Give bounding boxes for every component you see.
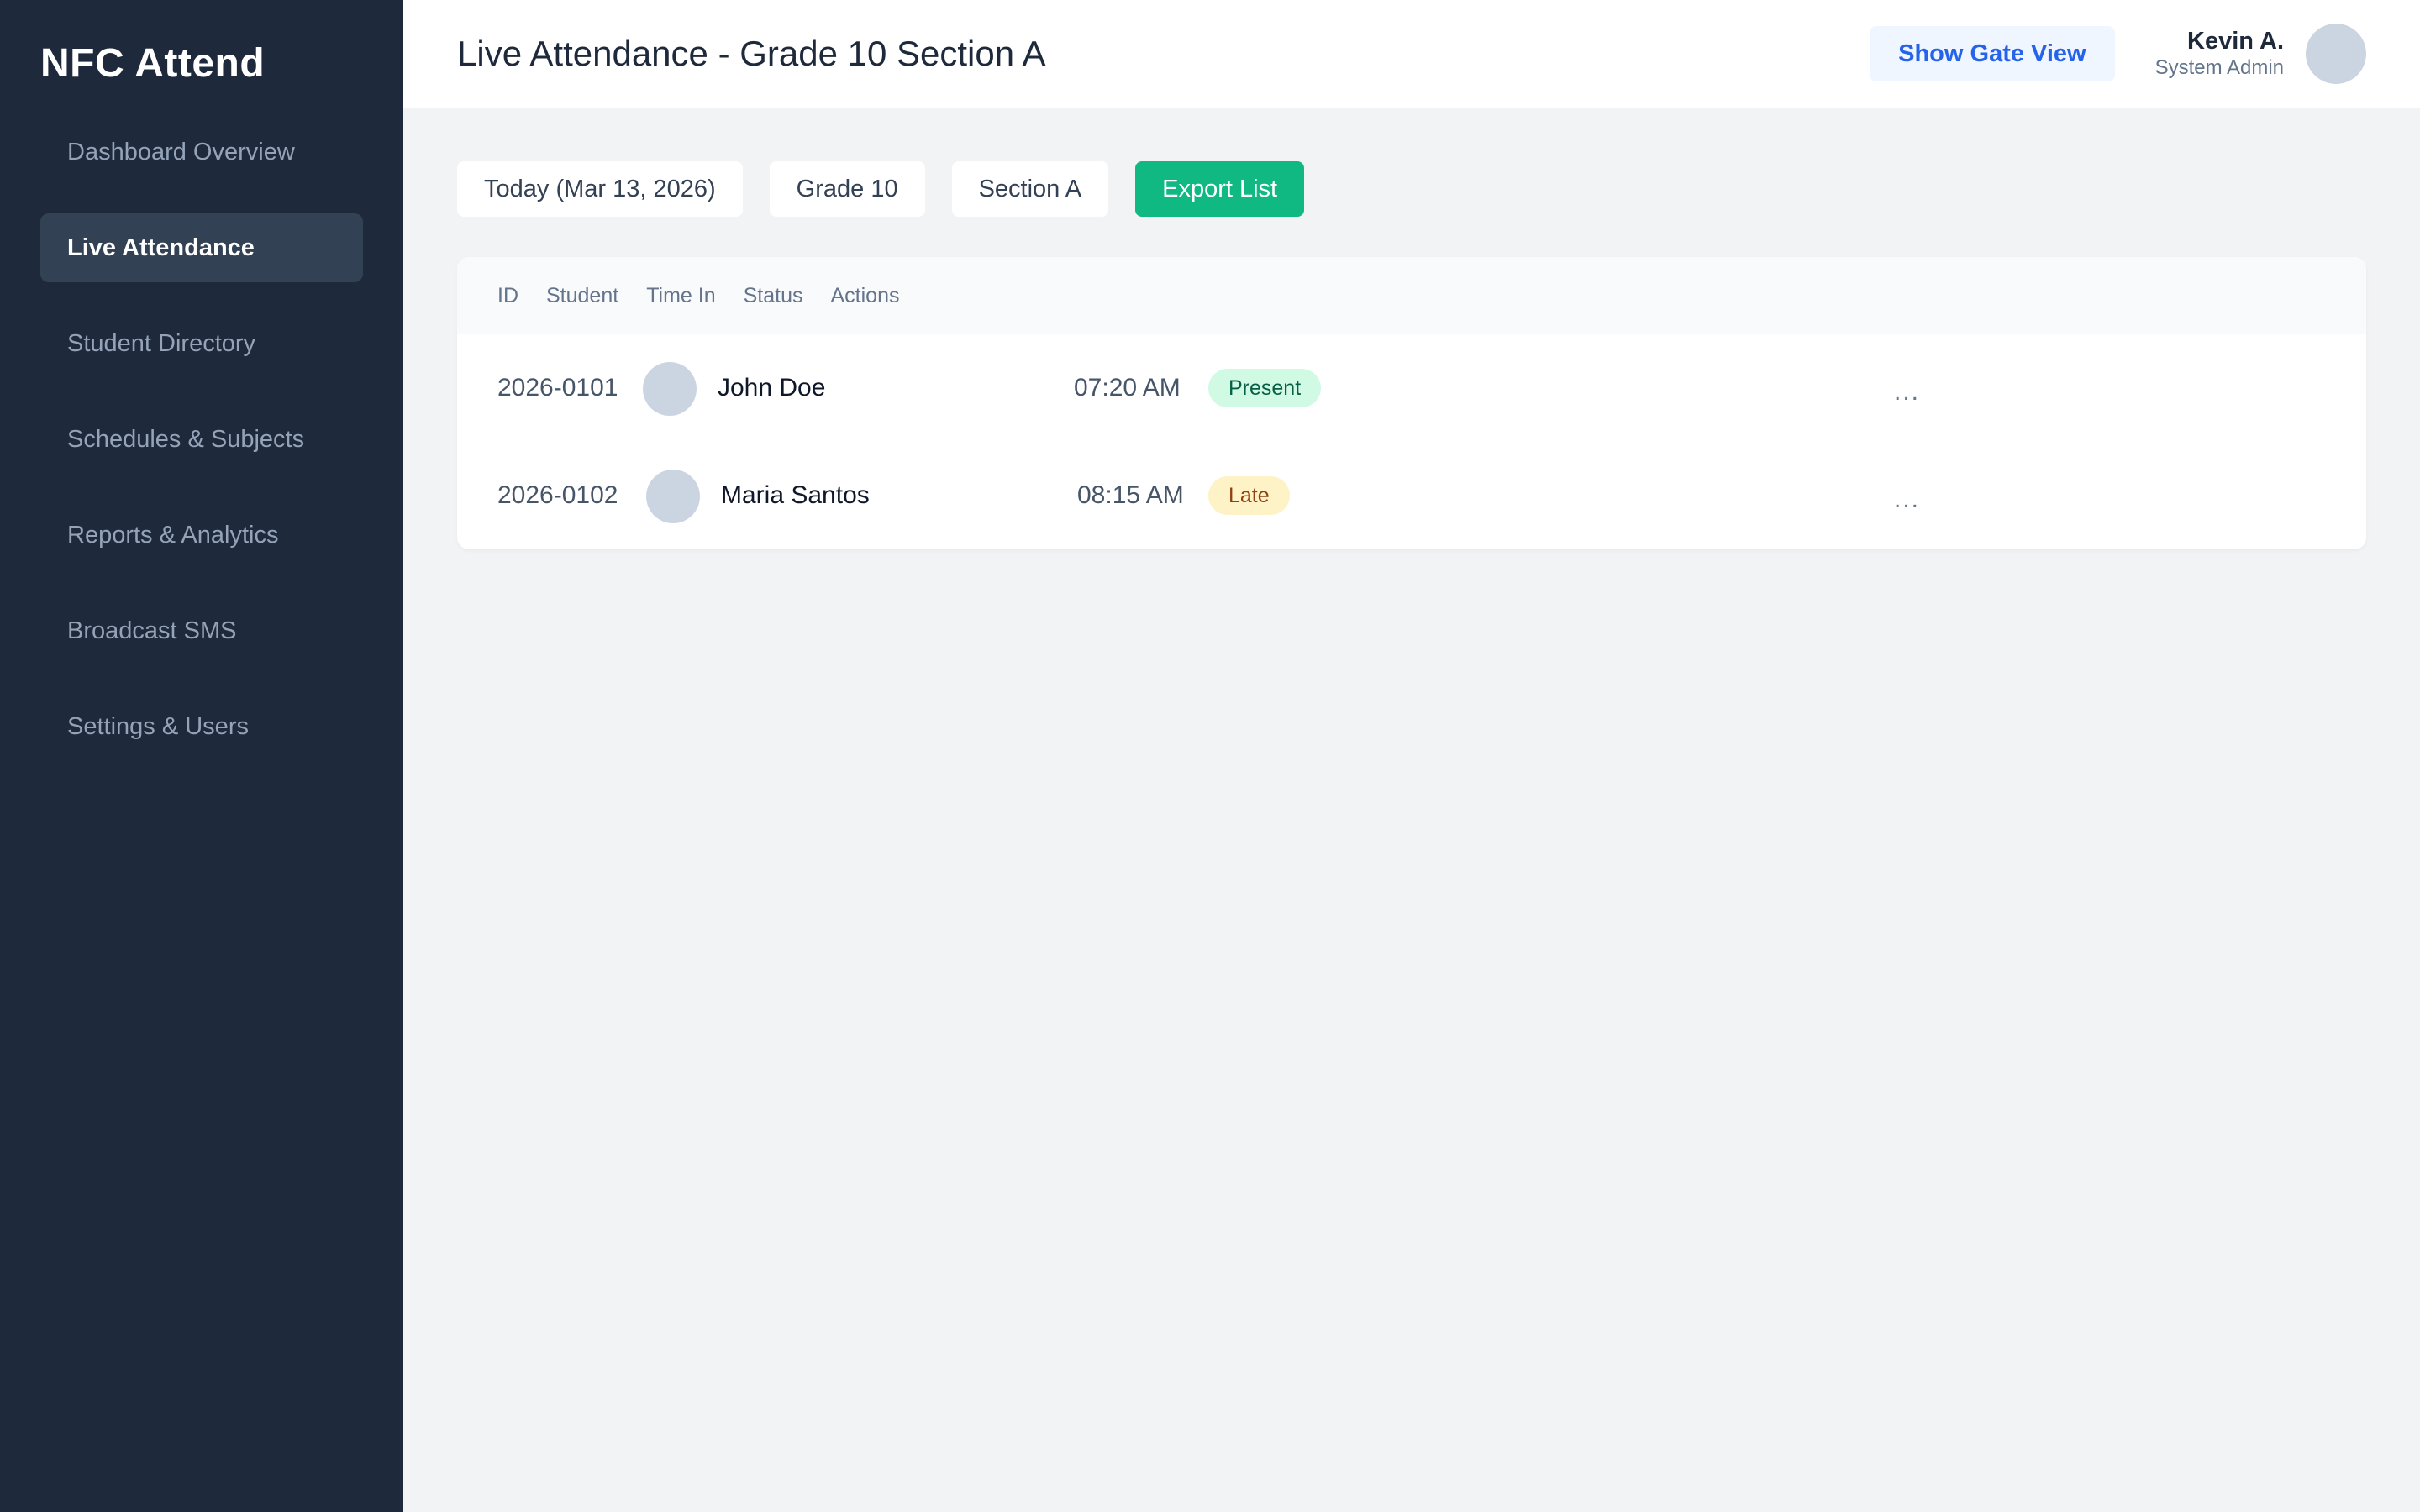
user-info: Kevin A. System Admin bbox=[2155, 27, 2284, 81]
top-bar: Live Attendance - Grade 10 Section A Sho… bbox=[403, 0, 2420, 108]
status-badge: Present bbox=[1208, 369, 1322, 407]
student-avatar bbox=[643, 362, 697, 416]
page-title: Live Attendance - Grade 10 Section A bbox=[457, 34, 1046, 73]
column-header-time-in: Time In bbox=[646, 283, 716, 307]
student-id: 2026-0102 bbox=[497, 481, 618, 509]
status-badge: Late bbox=[1208, 476, 1290, 515]
filter-bar: Today (Mar 13, 2026) Grade 10 Section A … bbox=[457, 161, 2366, 217]
student-avatar bbox=[646, 470, 700, 523]
sidebar: NFC Attend Dashboard Overview Live Atten… bbox=[0, 0, 403, 1512]
main-area: Live Attendance - Grade 10 Section A Sho… bbox=[403, 0, 2420, 1512]
student-name: Maria Santos bbox=[721, 481, 870, 509]
row-actions-button[interactable]: ... bbox=[1894, 486, 1920, 514]
user-name: Kevin A. bbox=[2187, 28, 2284, 55]
sidebar-item-broadcast-sms[interactable]: Broadcast SMS bbox=[40, 596, 363, 665]
sidebar-item-schedules-subjects[interactable]: Schedules & Subjects bbox=[40, 405, 363, 474]
grade-filter[interactable]: Grade 10 bbox=[769, 161, 925, 217]
column-header-id: ID bbox=[497, 283, 518, 307]
student-name: John Doe bbox=[718, 374, 826, 402]
time-in: 07:20 AM bbox=[1074, 374, 1181, 402]
date-filter[interactable]: Today (Mar 13, 2026) bbox=[457, 161, 743, 217]
app-shell: NFC Attend Dashboard Overview Live Atten… bbox=[0, 0, 2420, 1512]
sidebar-item-live-attendance[interactable]: Live Attendance bbox=[40, 213, 363, 282]
column-header-student: Student bbox=[546, 283, 619, 307]
column-header-status: Status bbox=[743, 283, 803, 307]
table-row: 2026-0101 John Doe 07:20 AM Present ... bbox=[457, 334, 2366, 442]
export-list-button[interactable]: Export List bbox=[1135, 161, 1305, 217]
sidebar-nav: Dashboard Overview Live Attendance Stude… bbox=[40, 118, 363, 761]
sidebar-item-student-directory[interactable]: Student Directory bbox=[40, 309, 363, 378]
brand-logo: NFC Attend bbox=[40, 41, 266, 86]
topbar-right: Show Gate View Kevin A. System Admin bbox=[1870, 24, 2366, 84]
user-role: System Admin bbox=[2154, 56, 2284, 79]
sidebar-item-settings-users[interactable]: Settings & Users bbox=[40, 692, 363, 761]
sidebar-item-reports-analytics[interactable]: Reports & Analytics bbox=[40, 501, 363, 570]
sidebar-item-dashboard-overview[interactable]: Dashboard Overview bbox=[40, 118, 363, 186]
time-in: 08:15 AM bbox=[1077, 481, 1184, 509]
student-id: 2026-0101 bbox=[497, 374, 618, 402]
column-header-actions: Actions bbox=[830, 283, 900, 307]
section-filter[interactable]: Section A bbox=[951, 161, 1109, 217]
user-avatar[interactable] bbox=[2306, 24, 2366, 84]
row-actions-button[interactable]: ... bbox=[1894, 378, 1920, 407]
table-header: ID Student Time In Status Actions bbox=[457, 257, 2366, 334]
show-gate-view-button[interactable]: Show Gate View bbox=[1870, 26, 2115, 81]
table-row: 2026-0102 Maria Santos 08:15 AM Late ... bbox=[457, 442, 2366, 549]
attendance-table: ID Student Time In Status Actions 2026-0… bbox=[457, 257, 2366, 549]
content: Today (Mar 13, 2026) Grade 10 Section A … bbox=[403, 108, 2420, 549]
